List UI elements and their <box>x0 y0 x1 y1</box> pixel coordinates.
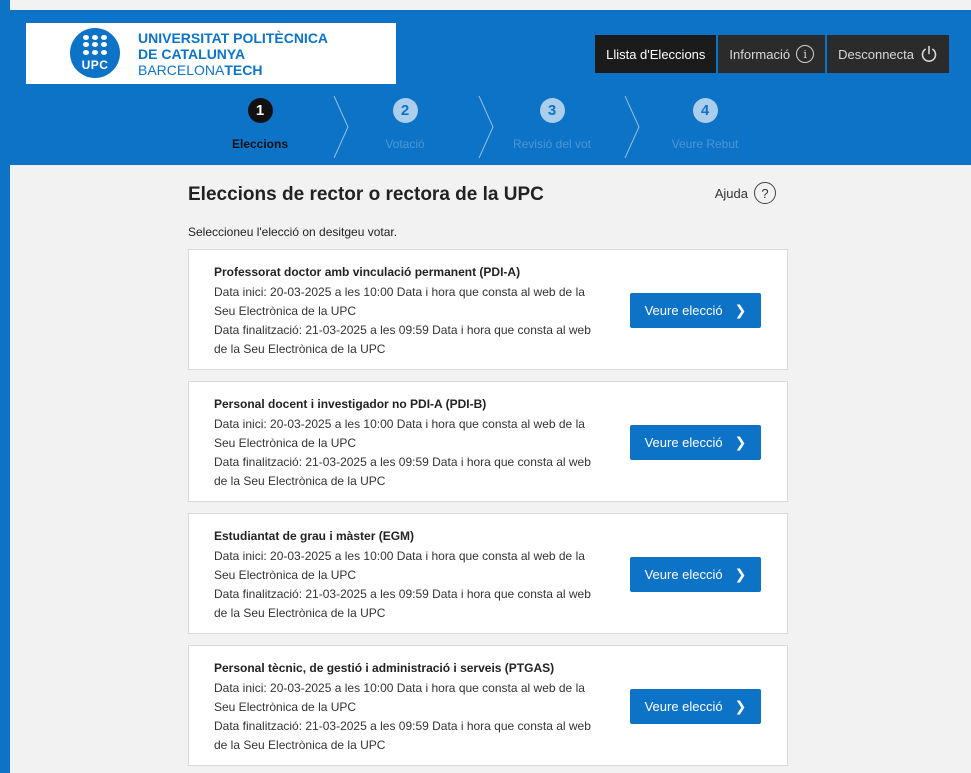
voting-steps: 1 Eleccions 2 Votació 3 Revisió del vot … <box>10 96 971 158</box>
information-label: Informació <box>729 46 791 62</box>
instruction-text: Seleccioneu l'elecció on desitgeu votar. <box>188 225 398 239</box>
election-end: Data finalització: 21-03-2025 a les 09:5… <box>214 587 591 620</box>
view-election-button[interactable]: Veure elecció ❯ <box>630 557 761 592</box>
title-row: Eleccions de rector o rectora de la UPC … <box>188 178 788 214</box>
election-start: Data inici: 20-03-2025 a les 10:00 Data … <box>214 681 585 714</box>
logo-line-3-regular: BARCELONA <box>138 62 225 78</box>
step-vote-review: 3 Revisió del vot <box>482 98 622 151</box>
election-end: Data finalització: 21-03-2025 a les 09:5… <box>214 719 591 752</box>
information-button[interactable]: Informació i <box>718 35 826 73</box>
logout-button[interactable]: Desconnecta <box>827 35 949 73</box>
logo-line-2: DE CATALUNYA <box>138 46 246 62</box>
step-label: Veure Rebut <box>671 137 739 151</box>
step-label: Votació <box>385 137 425 151</box>
top-nav: Llista d'Eleccions Informació i Desconne… <box>595 35 949 73</box>
chevron-right-icon: ❯ <box>734 698 747 714</box>
chevron-right-icon: ❯ <box>734 302 747 318</box>
election-dates: Data inici: 20-03-2025 a les 10:00 Data … <box>214 547 604 623</box>
logo-line-3-bold: TECH <box>224 62 263 78</box>
election-dates: Data inici: 20-03-2025 a les 10:00 Data … <box>214 415 604 491</box>
view-election-button[interactable]: Veure elecció ❯ <box>630 425 761 460</box>
help-label: Ajuda <box>714 185 748 201</box>
view-election-button[interactable]: Veure elecció ❯ <box>630 689 761 724</box>
chevron-right-icon: ❯ <box>734 434 747 450</box>
step-number: 3 <box>539 98 565 123</box>
election-end: Data finalització: 21-03-2025 a les 09:5… <box>214 455 591 488</box>
power-icon <box>921 45 937 62</box>
election-card: Personal tècnic, de gestió i administrac… <box>188 645 788 766</box>
view-election-label: Veure elecció <box>644 435 723 450</box>
election-title: Professorat doctor amb vinculació perman… <box>214 265 521 279</box>
view-election-label: Veure elecció <box>644 699 723 714</box>
logo-line-3: BARCELONATECH <box>138 62 328 78</box>
step-receipt: 4 Veure Rebut <box>635 98 775 151</box>
window-edge <box>0 0 10 773</box>
upc-logo[interactable]: UPC UNIVERSITAT POLITÈCNICA DE CATALUNYA… <box>26 23 396 84</box>
help-button[interactable]: Ajuda ? <box>715 182 776 204</box>
info-icon: i <box>796 45 815 63</box>
upc-logo-mark: UPC <box>70 28 120 78</box>
main-content: Eleccions de rector o rectora de la UPC … <box>188 178 788 773</box>
step-label: Eleccions <box>231 137 289 151</box>
step-number: 1 <box>247 98 273 123</box>
election-card: Estudiantat de grau i màster (EGM) Data … <box>188 513 788 634</box>
step-elections: 1 Eleccions <box>190 98 330 151</box>
election-card: Professorat doctor amb vinculació perman… <box>188 249 788 370</box>
step-label: Revisió del vot <box>512 137 592 151</box>
elections-list-label: Llista d'Eleccions <box>606 46 706 62</box>
logo-wordmark: UNIVERSITAT POLITÈCNICA DE CATALUNYA BAR… <box>138 30 328 78</box>
election-end: Data finalització: 21-03-2025 a les 09:5… <box>214 323 591 356</box>
step-voting: 2 Votació <box>335 98 475 151</box>
page-title: Eleccions de rector o rectora de la UPC <box>188 184 544 205</box>
header: UPC UNIVERSITAT POLITÈCNICA DE CATALUNYA… <box>10 10 971 165</box>
step-number: 4 <box>692 98 718 123</box>
election-dates: Data inici: 20-03-2025 a les 10:00 Data … <box>214 679 604 755</box>
view-election-button[interactable]: Veure elecció ❯ <box>630 293 761 328</box>
election-start: Data inici: 20-03-2025 a les 10:00 Data … <box>214 549 585 582</box>
election-title: Personal tècnic, de gestió i administrac… <box>214 661 555 675</box>
chevron-right-icon: ❯ <box>734 566 747 582</box>
view-election-label: Veure elecció <box>644 567 723 582</box>
election-card: Personal docent i investigador no PDI-A … <box>188 381 788 502</box>
election-dates: Data inici: 20-03-2025 a les 10:00 Data … <box>214 283 604 359</box>
logo-dots-icon <box>83 35 107 55</box>
logout-label: Desconnecta <box>838 46 914 62</box>
view-election-label: Veure elecció <box>644 303 723 318</box>
election-list: Professorat doctor amb vinculació perman… <box>188 249 788 766</box>
election-start: Data inici: 20-03-2025 a les 10:00 Data … <box>214 417 585 450</box>
elections-list-button[interactable]: Llista d'Eleccions <box>595 35 717 73</box>
election-start: Data inici: 20-03-2025 a les 10:00 Data … <box>214 285 585 318</box>
logo-line-1: UNIVERSITAT POLITÈCNICA <box>138 30 329 46</box>
help-icon: ? <box>754 182 776 204</box>
step-number: 2 <box>392 98 418 123</box>
logo-mark-text: UPC <box>81 58 109 72</box>
election-title: Estudiantat de grau i màster (EGM) <box>214 529 415 543</box>
election-title: Personal docent i investigador no PDI-A … <box>214 397 487 411</box>
